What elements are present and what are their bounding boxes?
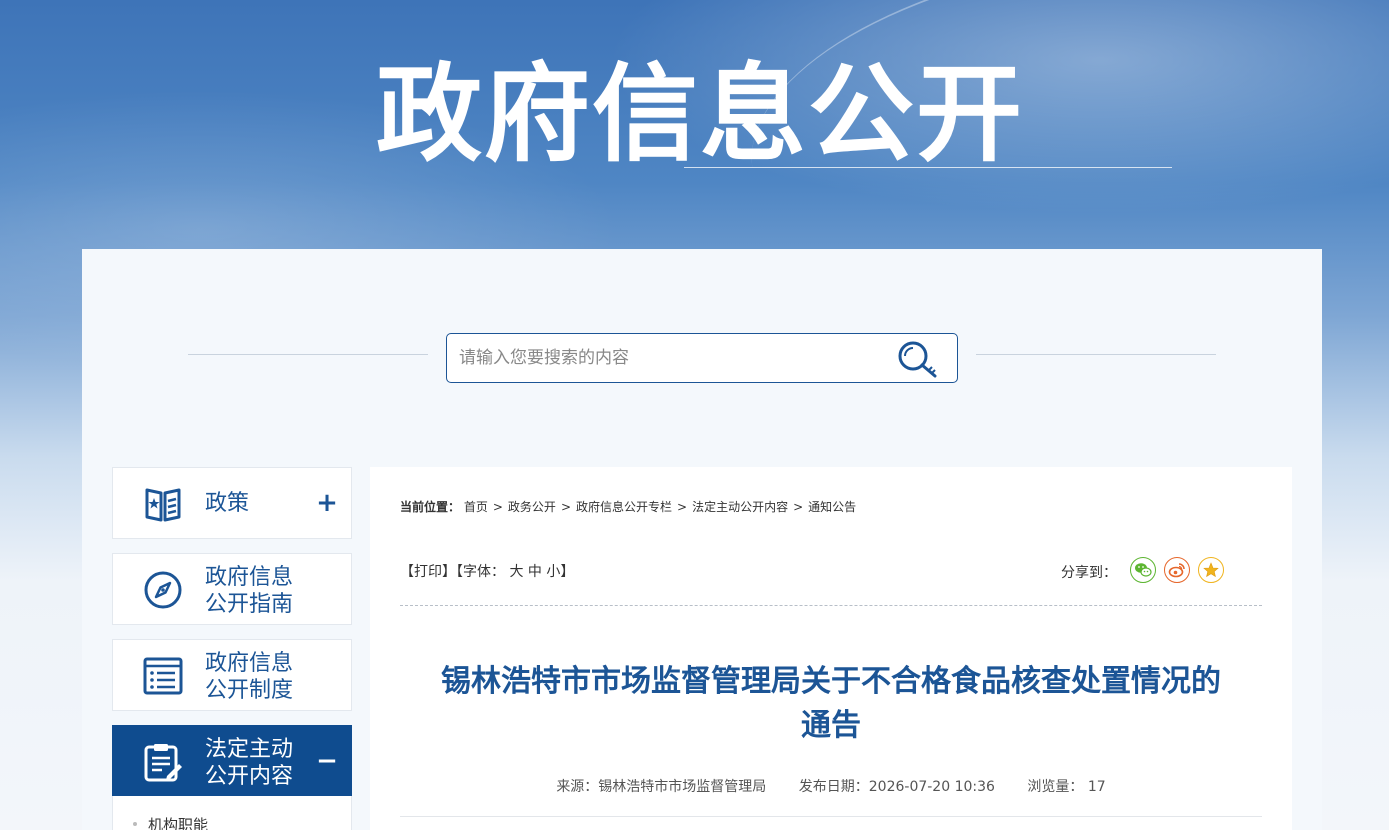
breadcrumb-label: 当前位置： xyxy=(400,500,461,514)
sidebar-item-policy[interactable]: 政策 + xyxy=(112,467,352,539)
toolbar-divider xyxy=(400,605,1262,606)
sidebar-item-label: 政策 xyxy=(205,491,250,516)
article-date: 发布日期：2026-07-20 10:36 xyxy=(798,779,995,795)
print-button[interactable]: 【打印】 xyxy=(400,564,456,580)
collapse-icon[interactable]: − xyxy=(315,748,339,774)
weibo-icon xyxy=(1168,563,1185,578)
meta-divider xyxy=(400,816,1262,817)
favorite-share-button[interactable] xyxy=(1198,557,1224,583)
breadcrumb: 当前位置： 首页 > 政务公开 > 政府信息公开专栏 > 法定主动公开内容 > 通知公告 xyxy=(400,498,856,515)
breadcrumb-link-notices[interactable]: 通知公告 xyxy=(808,500,856,514)
book-star-icon xyxy=(145,488,181,522)
sidebar-label-line1: 法定主动 xyxy=(205,737,294,762)
sidebar-label-line1: 政府信息 xyxy=(205,565,294,590)
sidebar-label-line2: 公开指南 xyxy=(205,592,294,617)
search-divider-right xyxy=(976,354,1216,355)
breadcrumb-link-info-column[interactable]: 政府信息公开专栏 xyxy=(576,500,672,514)
search-button[interactable] xyxy=(895,339,941,379)
font-medium-button[interactable]: 中 xyxy=(528,564,542,580)
article-title-line2: 通告 xyxy=(801,708,861,743)
sidebar-label-line2: 公开内容 xyxy=(205,764,294,789)
sidebar-item-label: 法定主动 公开内容 xyxy=(205,736,293,790)
wechat-share-button[interactable] xyxy=(1130,557,1156,583)
weibo-share-button[interactable] xyxy=(1164,557,1190,583)
sidebar-item-guide[interactable]: 政府信息 公开指南 xyxy=(112,553,352,625)
breadcrumb-link-gov-affairs[interactable]: 政务公开 xyxy=(508,500,556,514)
sidebar-item-label: 政府信息 公开指南 xyxy=(205,564,293,618)
article-title: 锡林浩特市市场监督管理局关于不合格食品核查处置情况的 通告 xyxy=(400,660,1262,748)
breadcrumb-link-home[interactable]: 首页 xyxy=(464,500,488,514)
breadcrumb-link-statutory[interactable]: 法定主动公开内容 xyxy=(692,500,788,514)
breadcrumb-separator: > xyxy=(793,500,804,514)
article-title-line1: 锡林浩特市市场监督管理局关于不合格食品核查处置情况的 xyxy=(441,664,1221,699)
views-count: 17 xyxy=(1087,779,1106,795)
search-icon xyxy=(898,341,937,378)
sidebar-label-line1: 政府信息 xyxy=(205,651,294,676)
sidebar-item-label: 政府信息 公开制度 xyxy=(205,650,293,704)
sidebar-label-line2: 公开制度 xyxy=(205,678,294,703)
title-underline xyxy=(684,167,1172,168)
sidebar-item-system[interactable]: 政府信息 公开制度 xyxy=(112,639,352,711)
sidebar-subitem[interactable]: 机构职能 xyxy=(112,796,352,830)
bullet-icon xyxy=(133,822,137,826)
wechat-icon xyxy=(1135,563,1152,577)
expand-icon[interactable]: + xyxy=(315,490,339,516)
article-toolbar: 【打印】【字体： 大 中 小】 xyxy=(400,561,574,581)
article-views: 浏览量： 17 xyxy=(1027,779,1105,795)
star-icon xyxy=(1203,562,1219,578)
page-title: 政府信息公开 xyxy=(376,53,1024,176)
search-input[interactable] xyxy=(459,344,879,372)
views-label: 浏览量： xyxy=(1027,779,1084,795)
breadcrumb-separator: > xyxy=(560,500,571,514)
font-size-label: 【字体： xyxy=(456,564,505,580)
search-box xyxy=(446,333,958,383)
article-source: 来源：锡林浩特市市场监督管理局 xyxy=(556,779,767,795)
font-size-close: 】 xyxy=(560,564,575,580)
breadcrumb-separator: > xyxy=(492,500,503,514)
clipboard-edit-icon xyxy=(144,744,182,782)
document-list-icon xyxy=(143,657,183,695)
compass-icon xyxy=(144,571,182,609)
search-divider-left xyxy=(188,354,428,355)
font-small-button[interactable]: 小 xyxy=(546,564,560,580)
sidebar-item-statutory[interactable]: 法定主动 公开内容 − xyxy=(112,725,352,797)
font-large-button[interactable]: 大 xyxy=(509,564,523,580)
share-label: 分享到： xyxy=(1061,565,1117,581)
breadcrumb-separator: > xyxy=(677,500,688,514)
article-meta: 来源：锡林浩特市市场监督管理局 发布日期：2026-07-20 10:36 浏览… xyxy=(400,776,1262,796)
sidebar-subitem-label: 机构职能 xyxy=(148,816,209,830)
